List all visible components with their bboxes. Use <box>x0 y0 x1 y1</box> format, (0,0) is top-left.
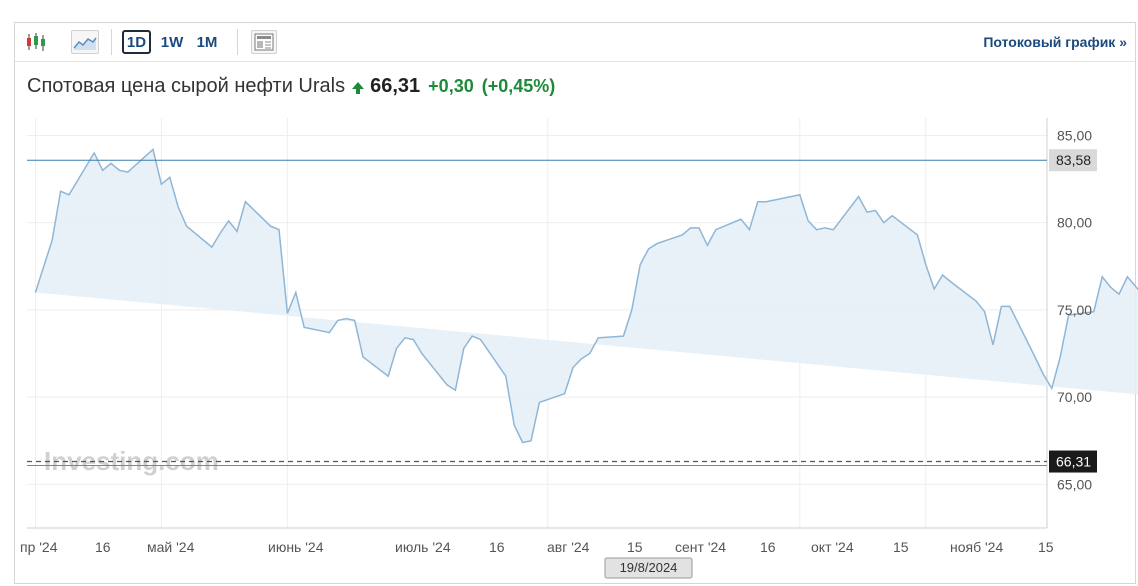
y-tick-label: 80,00 <box>1057 215 1092 231</box>
y-axis: 85,00 80,00 75,00 70,00 65,00 <box>1057 127 1092 492</box>
x-tick-label: 16 <box>760 539 776 555</box>
y-tick-label: 75,00 <box>1057 302 1092 318</box>
x-tick-label: 15 <box>627 539 643 555</box>
x-tick-label: авг '24 <box>547 539 590 555</box>
x-tick-label: пр '24 <box>20 539 58 555</box>
x-tick-label: нояб '24 <box>950 539 1003 555</box>
last-price-badge-label: 66,31 <box>1056 454 1091 470</box>
crosshair-date-label: 19/8/2024 <box>620 560 678 575</box>
x-tick-label: май '24 <box>147 539 195 555</box>
x-tick-label: июль '24 <box>395 539 451 555</box>
x-tick-label: 16 <box>489 539 505 555</box>
price-chart[interactable]: Investing.com 85,0080,0075,0070,0065,00 … <box>0 0 1138 586</box>
price-area-fill <box>35 149 1138 443</box>
x-axis: пр '24 16 май '24 июнь '24 июль '24 16 авг '24… <box>20 539 1054 555</box>
x-tick-label: 15 <box>1038 539 1054 555</box>
crosshair-price-label: 83,58 <box>1056 152 1091 168</box>
y-tick-label: 70,00 <box>1057 389 1092 405</box>
y-tick-label: 65,00 <box>1057 476 1092 492</box>
x-tick-label: сент '24 <box>675 539 726 555</box>
x-tick-label: окт '24 <box>811 539 854 555</box>
x-tick-label: 16 <box>95 539 111 555</box>
x-tick-label: июнь '24 <box>268 539 324 555</box>
y-tick-label: 85,00 <box>1057 127 1092 143</box>
x-tick-label: 15 <box>893 539 909 555</box>
